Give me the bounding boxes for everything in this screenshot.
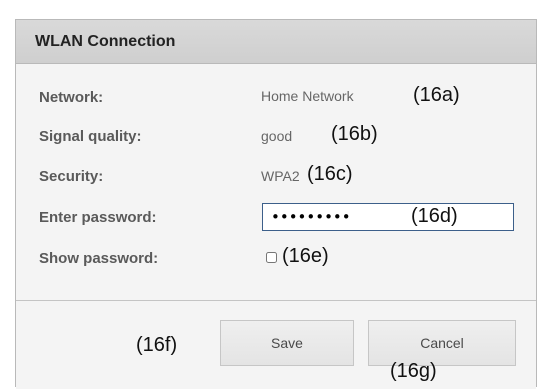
- dialog-titlebar: WLAN Connection: [16, 20, 536, 64]
- callout-network: (16a): [413, 84, 460, 106]
- security-value: WPA2: [261, 168, 300, 184]
- show-password-label: Show password:: [39, 250, 159, 267]
- callout-save: (16f): [136, 334, 178, 356]
- signal-quality-label: Signal quality:: [39, 128, 142, 145]
- enter-password-label: Enter password:: [39, 209, 157, 226]
- signal-quality-value: good: [261, 128, 293, 144]
- network-label: Network:: [39, 89, 104, 106]
- callout-password: (16d): [411, 205, 458, 227]
- callout-show-password: (16e): [282, 245, 329, 267]
- save-button[interactable]: Save: [220, 320, 354, 366]
- dialog-title: WLAN Connection: [35, 33, 176, 50]
- security-label: Security:: [39, 168, 104, 185]
- network-value: Home Network: [261, 88, 354, 104]
- wlan-connection-dialog: WLAN Connection Network: Home Network (1…: [15, 19, 537, 389]
- password-input[interactable]: [262, 203, 514, 231]
- callout-cancel: (16g): [390, 360, 437, 382]
- show-password-checkbox[interactable]: [266, 252, 277, 263]
- callout-signal-quality: (16b): [331, 123, 378, 145]
- callout-security: (16c): [307, 163, 353, 185]
